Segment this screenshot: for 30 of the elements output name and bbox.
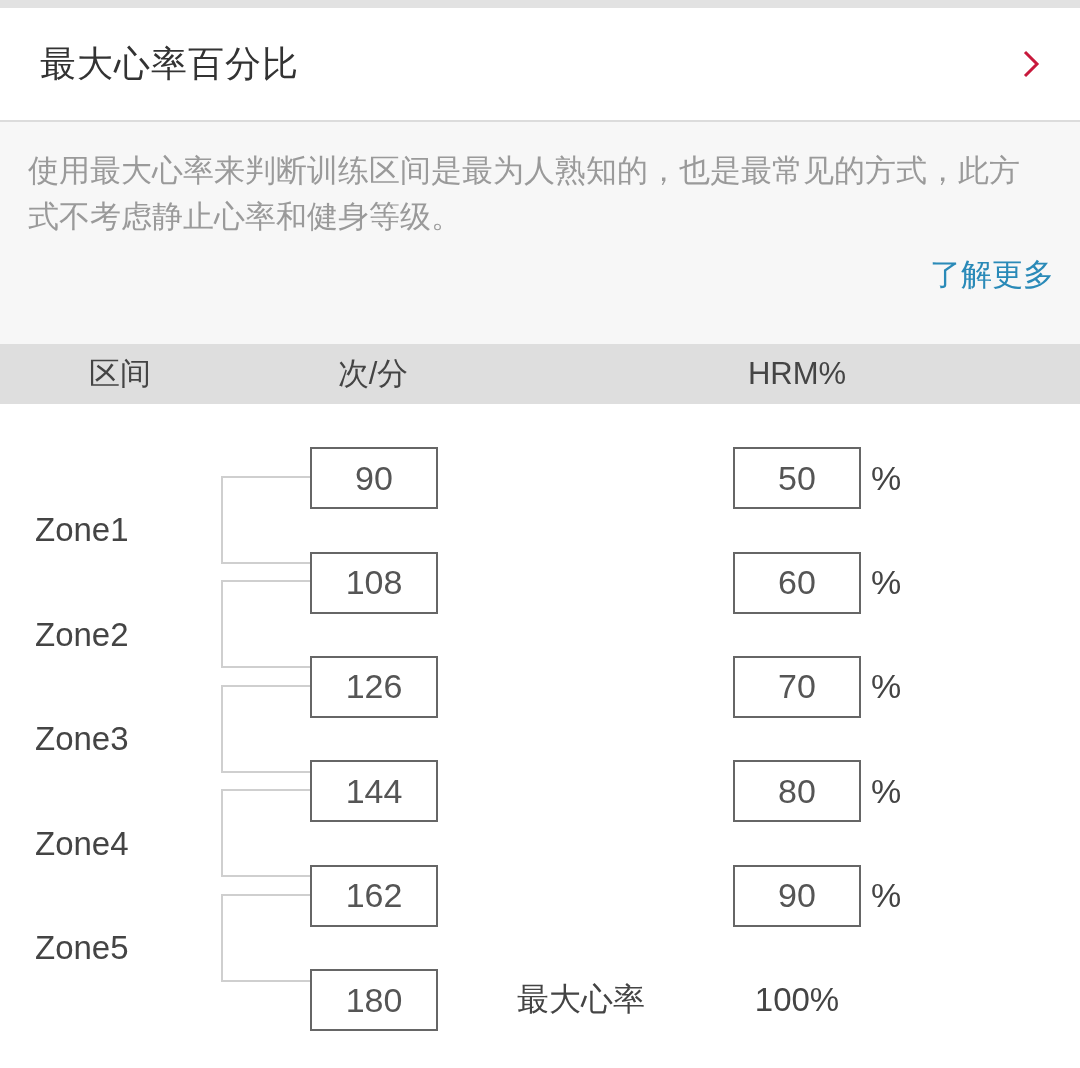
hrm-value: 100% [754, 981, 840, 1020]
bpm-field[interactable]: 108 [310, 551, 438, 614]
bpm-field[interactable]: 180 [310, 969, 438, 1032]
percent-unit: % [871, 771, 902, 811]
chevron-right-icon[interactable] [1022, 49, 1040, 79]
percent-unit: % [871, 876, 902, 916]
hrm-field[interactable]: 50 [733, 447, 861, 510]
hrm-field[interactable]: 70 [733, 655, 861, 718]
hrm-field[interactable]: 90 [733, 864, 861, 927]
zone-label: Zone3 [35, 720, 129, 759]
bpm-field[interactable]: 90 [310, 447, 438, 510]
zone-label: Zone1 [35, 511, 129, 550]
page-title: 最大心率百分比 [40, 41, 299, 86]
zone-label: Zone4 [35, 824, 129, 863]
column-header: 区间 [89, 355, 151, 393]
percent-unit: % [871, 458, 902, 498]
zone-label: Zone2 [35, 615, 129, 654]
bpm-field[interactable]: 126 [310, 655, 438, 718]
bpm-field[interactable]: 144 [310, 760, 438, 823]
percent-unit: % [871, 667, 902, 707]
bpm-field[interactable]: 162 [310, 864, 438, 927]
description-text: 使用最大心率来判断训练区间是最为人熟知的，也是最常见的方式，此方式不考虑静止心率和健身等级。 [28, 152, 1021, 236]
hrm-field[interactable]: 60 [733, 551, 861, 614]
hrm-field[interactable]: 80 [733, 760, 861, 823]
column-header: 次/分 [337, 355, 409, 393]
zone-label: Zone5 [35, 928, 129, 967]
column-header: HRM% [747, 356, 847, 392]
learn-more-link[interactable]: 了解更多 [930, 254, 1054, 296]
percent-unit: % [871, 563, 902, 603]
max-heart-rate-label: 最大心率 [516, 980, 645, 1020]
